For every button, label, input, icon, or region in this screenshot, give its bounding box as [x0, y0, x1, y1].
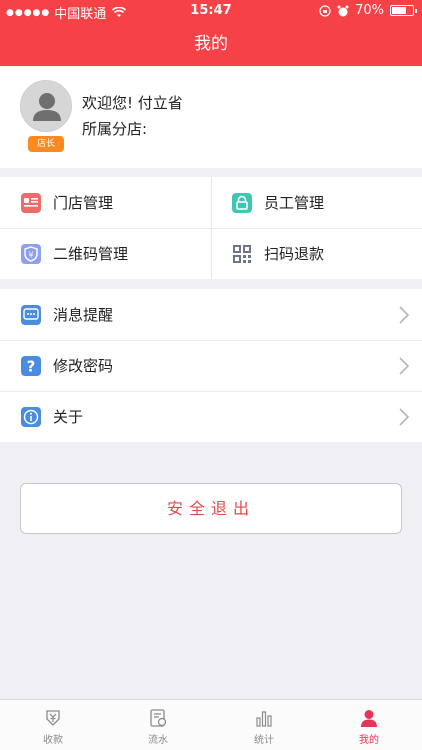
message-icon	[21, 304, 41, 325]
staff-lock-icon	[232, 192, 252, 213]
tab-bar: 收款 流水 统计 我的	[0, 699, 422, 750]
qrcode-management-label: 二维码管理	[53, 245, 129, 263]
message-reminder-item[interactable]: 消息提醒	[0, 289, 422, 340]
svg-text:?: ?	[27, 357, 36, 375]
about-label: 关于	[53, 408, 84, 426]
message-reminder-label: 消息提醒	[53, 306, 114, 324]
about-item[interactable]: 关于	[0, 391, 422, 442]
battery-icon	[390, 5, 417, 16]
nav-bar: 我的	[0, 22, 422, 66]
settings-list: 消息提醒 ? 修改密码 关于	[0, 289, 422, 442]
info-icon	[21, 406, 41, 427]
welcome-text: 欢迎您! 付立省	[82, 94, 183, 112]
staff-management-label: 员工管理	[264, 194, 325, 212]
avatar[interactable]	[20, 80, 72, 132]
status-bar: ●●●●● 中国联通 15:47 70%	[0, 0, 422, 22]
ledger-icon	[150, 709, 167, 727]
logout-button[interactable]: 安全退出	[20, 483, 402, 534]
role-badge: 店长	[28, 136, 64, 152]
scan-refund-label: 扫码退款	[264, 245, 325, 263]
store-card-icon	[21, 192, 41, 213]
collect-icon	[46, 710, 60, 726]
tab-stats[interactable]: 统计	[211, 700, 317, 750]
profile-icon	[361, 710, 377, 727]
alarm-icon	[337, 5, 349, 16]
user-icon	[33, 93, 61, 121]
tab-profile-label: 我的	[359, 735, 379, 746]
branch-text: 所属分店:	[82, 120, 148, 138]
shield-yen-icon: ¥	[21, 243, 41, 264]
battery-percent: 70%	[355, 3, 384, 18]
tab-ledger-label: 流水	[148, 735, 168, 746]
chevron-right-icon	[399, 408, 410, 426]
change-password-item[interactable]: ? 修改密码	[0, 340, 422, 391]
profile-card: 店长 欢迎您! 付立省 所属分店:	[0, 66, 422, 168]
tab-collect[interactable]: 收款	[0, 700, 106, 750]
page-title: 我的	[194, 34, 228, 54]
staff-management-button[interactable]: 员工管理	[211, 177, 422, 228]
grid-divider-horizontal	[0, 228, 422, 229]
qrcode-management-button[interactable]: ¥ 二维码管理	[0, 228, 211, 279]
chevron-right-icon	[399, 306, 410, 324]
question-icon: ?	[21, 355, 41, 376]
store-management-button[interactable]: 门店管理	[0, 177, 211, 228]
svg-text:¥: ¥	[28, 250, 33, 259]
status-right: 70%	[319, 3, 417, 18]
store-management-label: 门店管理	[53, 194, 114, 212]
chevron-right-icon	[399, 357, 410, 375]
tab-profile[interactable]: 我的	[316, 700, 422, 750]
tab-ledger[interactable]: 流水	[105, 700, 211, 750]
stats-icon	[256, 711, 272, 727]
orientation-lock-icon	[319, 4, 331, 17]
battery-fill	[392, 7, 406, 14]
tab-stats-label: 统计	[254, 735, 274, 746]
function-grid: 门店管理 员工管理 ¥ 二维码管理 扫码退款	[0, 177, 422, 279]
change-password-label: 修改密码	[53, 357, 114, 375]
qr-code-icon	[232, 244, 252, 264]
tab-collect-label: 收款	[43, 735, 63, 746]
scan-refund-button[interactable]: 扫码退款	[211, 228, 422, 279]
